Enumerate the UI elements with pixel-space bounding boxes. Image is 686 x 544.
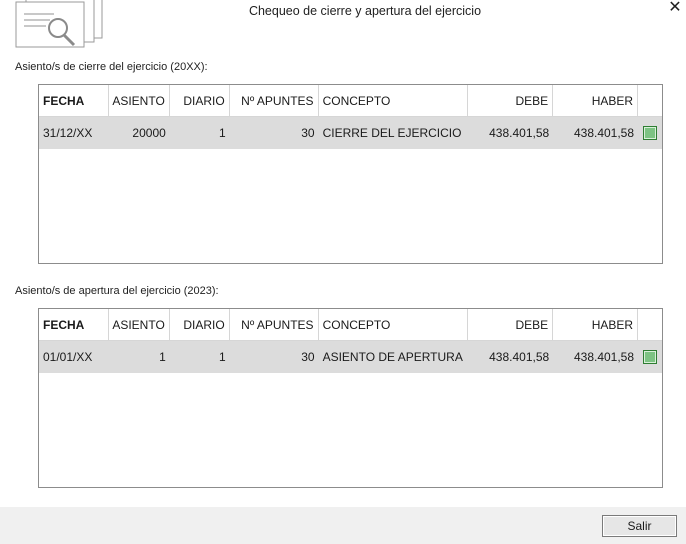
column-header-apuntes[interactable]: Nº APUNTES bbox=[230, 85, 319, 116]
table-row[interactable]: 31/12/XX 20000 1 30 CIERRE DEL EJERCICIO… bbox=[39, 117, 662, 149]
column-header-check bbox=[638, 85, 662, 116]
cell-apuntes: 30 bbox=[301, 350, 315, 364]
cell-diario: 1 bbox=[219, 350, 226, 364]
dialog-footer bbox=[0, 507, 686, 544]
cell-asiento: 20000 bbox=[132, 126, 166, 140]
close-icon[interactable]: ✕ bbox=[664, 0, 686, 18]
cell-apuntes: 30 bbox=[301, 126, 315, 140]
cell-haber: 438.401,58 bbox=[573, 126, 635, 140]
cell-haber: 438.401,58 bbox=[573, 350, 635, 364]
check-status-checkbox[interactable] bbox=[643, 126, 658, 140]
cell-diario: 1 bbox=[219, 126, 226, 140]
column-header-diario[interactable]: DIARIO bbox=[170, 309, 230, 340]
column-header-concepto[interactable]: CONCEPTO bbox=[319, 309, 469, 340]
column-header-asiento[interactable]: ASIENTO bbox=[109, 85, 170, 116]
dialog-title: Chequeo de cierre y apertura del ejercic… bbox=[248, 4, 482, 18]
column-header-debe[interactable]: DEBE bbox=[468, 85, 554, 116]
apertura-grid-header: FECHA ASIENTO DIARIO Nº APUNTES CONCEPTO… bbox=[39, 309, 662, 341]
check-status-checkbox[interactable] bbox=[643, 350, 658, 364]
cell-fecha: 01/01/XX bbox=[43, 350, 93, 364]
column-header-debe[interactable]: DEBE bbox=[468, 309, 554, 340]
apertura-grid[interactable]: FECHA ASIENTO DIARIO Nº APUNTES CONCEPTO… bbox=[38, 308, 663, 488]
column-header-asiento[interactable]: ASIENTO bbox=[109, 309, 170, 340]
column-header-haber[interactable]: HABER bbox=[553, 309, 639, 340]
column-header-haber[interactable]: HABER bbox=[553, 85, 639, 116]
salir-button[interactable]: Salir bbox=[602, 515, 677, 537]
column-header-check bbox=[638, 309, 662, 340]
row-check-cell bbox=[638, 341, 662, 373]
column-header-fecha[interactable]: FECHA bbox=[39, 309, 109, 340]
cell-debe: 438.401,58 bbox=[489, 126, 550, 140]
apertura-section-label: Asiento/s de apertura del ejercicio (202… bbox=[15, 285, 219, 297]
cell-asiento: 1 bbox=[159, 350, 166, 364]
table-row[interactable]: 01/01/XX 1 1 30 ASIENTO DE APERTURA 438.… bbox=[39, 341, 662, 373]
column-header-diario[interactable]: DIARIO bbox=[170, 85, 230, 116]
cell-debe: 438.401,58 bbox=[489, 350, 550, 364]
column-header-concepto[interactable]: CONCEPTO bbox=[319, 85, 469, 116]
row-check-cell bbox=[638, 117, 662, 149]
column-header-apuntes[interactable]: Nº APUNTES bbox=[230, 309, 319, 340]
cell-fecha: 31/12/XX bbox=[43, 126, 93, 140]
cierre-grid[interactable]: FECHA ASIENTO DIARIO Nº APUNTES CONCEPTO… bbox=[38, 84, 663, 264]
cell-concepto: ASIENTO DE APERTURA bbox=[322, 350, 463, 364]
column-header-fecha[interactable]: FECHA bbox=[39, 85, 109, 116]
cierre-grid-header: FECHA ASIENTO DIARIO Nº APUNTES CONCEPTO… bbox=[39, 85, 662, 117]
cierre-section-label: Asiento/s de cierre del ejercicio (20XX)… bbox=[15, 61, 208, 73]
cell-concepto: CIERRE DEL EJERCICIO bbox=[322, 126, 462, 140]
